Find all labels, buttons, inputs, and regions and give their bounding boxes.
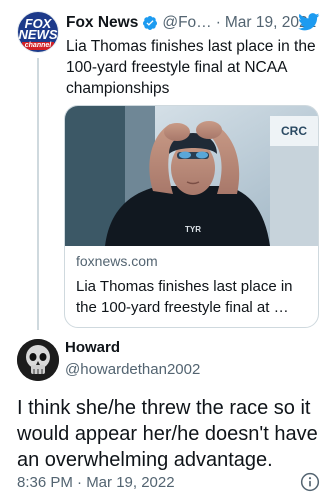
verified-badge-icon <box>142 15 158 31</box>
tweet-timestamp[interactable]: 8:36 PM · Mar 19, 2022 <box>17 474 175 491</box>
info-icon[interactable] <box>300 472 320 492</box>
link-preview-card[interactable]: CRC TYR foxnews.com Lia Thomas finishes … <box>64 105 319 328</box>
image-cap-brand: TYR <box>185 225 201 234</box>
author-handle[interactable]: @Fo… <box>162 12 211 34</box>
quoted-tweet-header: Fox News @Fo… · Mar 19, 2022 <box>66 12 316 34</box>
author-name[interactable]: Fox News <box>66 12 138 34</box>
howard-avatar[interactable] <box>17 339 59 381</box>
avatar-text-news: NEWS <box>18 27 58 42</box>
quoted-tweet-text: Lia Thomas finishes last place in the 10… <box>66 38 316 97</box>
thread-connector-line <box>37 58 39 330</box>
skull-icon <box>17 339 59 381</box>
avatar-text-channel: channel <box>22 42 54 50</box>
author-name[interactable]: Howard <box>65 339 120 356</box>
separator-dot: · <box>215 14 221 31</box>
card-domain: foxnews.com <box>76 253 158 269</box>
twitter-bird-icon <box>298 13 320 31</box>
image-sign-label: CRC <box>281 124 307 138</box>
article-image: CRC TYR <box>65 106 318 246</box>
fox-news-avatar[interactable]: FOX NEWS channel <box>17 11 59 53</box>
author-handle[interactable]: @howardethan2002 <box>65 361 200 378</box>
main-tweet-text: I think she/he threw the race so it woul… <box>17 397 318 471</box>
card-title: Lia Thomas finishes last place in the 10… <box>76 278 293 316</box>
